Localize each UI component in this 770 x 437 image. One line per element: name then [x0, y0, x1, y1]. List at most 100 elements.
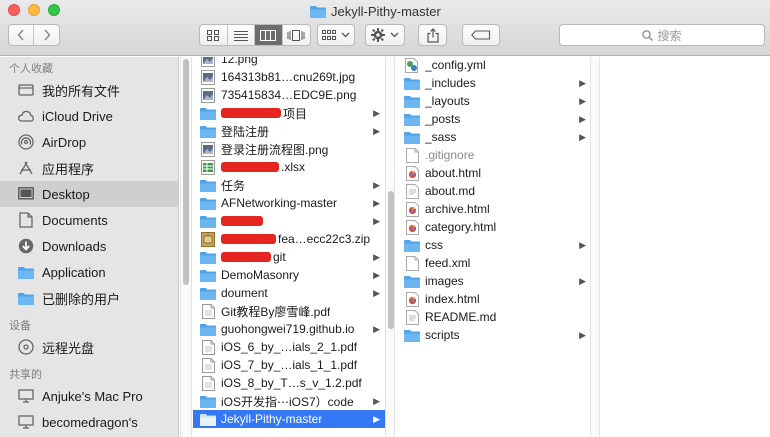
column-3-list: _config.yml _includes ▶ _layouts ▶ _posts ▶ _sa… — [397, 57, 591, 344]
file-row[interactable]: 12.png — [193, 57, 385, 68]
column-2-scrollbar[interactable] — [385, 57, 395, 437]
sidebar-header-shared: 共享的 — [9, 369, 42, 381]
folder-row[interactable]: _posts ▶ — [397, 110, 591, 128]
share-button[interactable] — [418, 24, 447, 46]
sidebar-item-becomedragon-s[interactable]: becomedragon's — [0, 409, 178, 435]
file-row[interactable]: iOS_6_by_…ials_2_1.pdf — [193, 338, 385, 356]
text-file-icon — [404, 147, 420, 163]
back-button[interactable] — [9, 25, 34, 45]
folder-row[interactable]: _includes ▶ — [397, 74, 591, 92]
sidebar-item-airdrop[interactable]: AirDrop — [0, 129, 178, 155]
chevron-left-icon — [17, 29, 24, 41]
sidebar-item-documents[interactable]: Documents — [0, 207, 178, 233]
disc-icon — [18, 339, 34, 355]
folder-row[interactable]: doument ▶ — [193, 284, 385, 302]
file-row[interactable]: README.md — [397, 308, 591, 326]
yml-file-icon — [404, 57, 420, 73]
folder-icon — [404, 75, 420, 91]
chevron-right-icon — [43, 29, 51, 41]
sidebar-shared: Anjuke's Mac Pro becomedragon's — [0, 383, 178, 435]
folder-icon — [310, 5, 326, 18]
cloud-icon — [18, 108, 34, 124]
file-row[interactable]: about.html — [397, 164, 591, 182]
item-label: iOS开发指⋯iOS7）code — [221, 394, 354, 409]
item-label: 735415834…EDC9E.png — [221, 88, 357, 102]
arrange-button[interactable] — [317, 24, 355, 46]
file-row[interactable]: iOS_8_by_T…s_v_1.2.pdf — [193, 374, 385, 392]
file-row[interactable]: 164313b81…cnu269t.jpg — [193, 68, 385, 86]
item-label: AFNetworking-master — [221, 196, 338, 210]
file-row[interactable]: 735415834…EDC9E.png — [193, 86, 385, 104]
minimize-window-button[interactable] — [28, 4, 40, 16]
file-row[interactable]: iOS_7_by_…ials_1_1.pdf — [193, 356, 385, 374]
folder-icon — [404, 129, 420, 145]
folder-row[interactable]: AFNetworking-master ▶ — [193, 194, 385, 212]
disclosure-arrow-icon: ▶ — [579, 132, 586, 142]
file-row[interactable]: category.html — [397, 218, 591, 236]
item-label: README.md — [425, 310, 497, 324]
folder-row[interactable]: css ▶ — [397, 236, 591, 254]
file-row[interactable]: feed.xml — [397, 254, 591, 272]
folder-row[interactable]: 项目 ▶ — [193, 104, 385, 122]
folder-row[interactable]: scripts ▶ — [397, 326, 591, 344]
file-row[interactable]: .xlsx — [193, 158, 385, 176]
sidebar-item-anjuke-s-mac-pro[interactable]: Anjuke's Mac Pro — [0, 383, 178, 409]
folder-row[interactable]: Jekyll-Pithy-master ▶ — [193, 410, 385, 428]
folder-row[interactable]: ▶ — [193, 212, 385, 230]
coverflow-view-button[interactable] — [283, 25, 311, 45]
item-label: guohongwei719.github.io — [221, 322, 355, 336]
file-row[interactable]: archive.html — [397, 200, 591, 218]
folder-row[interactable]: 登陆注册 ▶ — [193, 122, 385, 140]
file-row[interactable]: 登录注册流程图.png — [193, 140, 385, 158]
item-label: category.html — [425, 220, 497, 234]
item-label: iOS_7_by_…ials_1_1.pdf — [221, 358, 358, 372]
folder-row[interactable]: images ▶ — [397, 272, 591, 290]
sidebar-item-icloud-drive[interactable]: iCloud Drive — [0, 103, 178, 129]
column-view-button[interactable] — [255, 25, 283, 45]
sidebar-item-application[interactable]: Application — [0, 259, 178, 285]
search-field[interactable]: 搜索 — [559, 24, 765, 46]
disclosure-arrow-icon: ▶ — [373, 126, 380, 136]
sidebar: 个人收藏 我的所有文件 iCloud Drive AirDrop 应用程序 Deskto… — [0, 57, 179, 437]
scrollbar-thumb[interactable] — [183, 59, 189, 285]
folder-icon — [200, 285, 216, 301]
action-button[interactable] — [365, 24, 405, 46]
list-view-button[interactable] — [228, 25, 255, 45]
sidebar-item-downloads[interactable]: Downloads — [0, 233, 178, 259]
file-row[interactable]: Git教程By廖雪峰.pdf — [193, 302, 385, 320]
sidebar-item-label: Documents — [42, 212, 108, 228]
folder-row[interactable]: _sass ▶ — [397, 128, 591, 146]
column-4 — [600, 57, 770, 437]
file-row[interactable]: about.md — [397, 182, 591, 200]
sidebar-item[interactable]: 已删除的用户 — [0, 285, 178, 311]
chevron-down-icon — [390, 32, 399, 38]
close-window-button[interactable] — [8, 4, 20, 16]
disclosure-arrow-icon: ▶ — [373, 252, 380, 262]
sidebar-item[interactable]: 应用程序 — [0, 155, 178, 181]
sidebar-item-desktop[interactable]: Desktop — [0, 181, 178, 207]
tags-button[interactable] — [462, 24, 500, 46]
folder-row[interactable]: 任务 ▶ — [193, 176, 385, 194]
sidebar-item[interactable]: 我的所有文件 — [0, 77, 178, 103]
item-label: about.md — [425, 184, 476, 198]
icon-view-button[interactable] — [200, 25, 228, 45]
sidebar-item-label: becomedragon's — [42, 414, 138, 430]
folder-row[interactable]: DemoMasonry ▶ — [193, 266, 385, 284]
scrollbar-thumb[interactable] — [388, 191, 394, 329]
item-label: _layouts — [425, 94, 470, 108]
folder-row[interactable]: git ▶ — [193, 248, 385, 266]
file-row[interactable]: fea…ecc22c3.zip — [193, 230, 385, 248]
file-row[interactable]: _config.yml — [397, 57, 591, 74]
item-label: 12.png — [221, 57, 258, 66]
file-row[interactable]: .gitignore — [397, 146, 591, 164]
column-1-scrollbar[interactable] — [180, 57, 192, 437]
item-label: _includes — [425, 76, 476, 90]
folder-row[interactable]: iOS开发指⋯iOS7）code ▶ — [193, 392, 385, 410]
folder-row[interactable]: _layouts ▶ — [397, 92, 591, 110]
forward-button[interactable] — [34, 25, 59, 45]
zoom-window-button[interactable] — [48, 4, 60, 16]
file-row[interactable]: index.html — [397, 290, 591, 308]
folder-row[interactable]: guohongwei719.github.io ▶ — [193, 320, 385, 338]
sidebar-item[interactable]: 远程光盘 — [0, 334, 178, 360]
column-3-scrollbar[interactable] — [590, 57, 600, 437]
